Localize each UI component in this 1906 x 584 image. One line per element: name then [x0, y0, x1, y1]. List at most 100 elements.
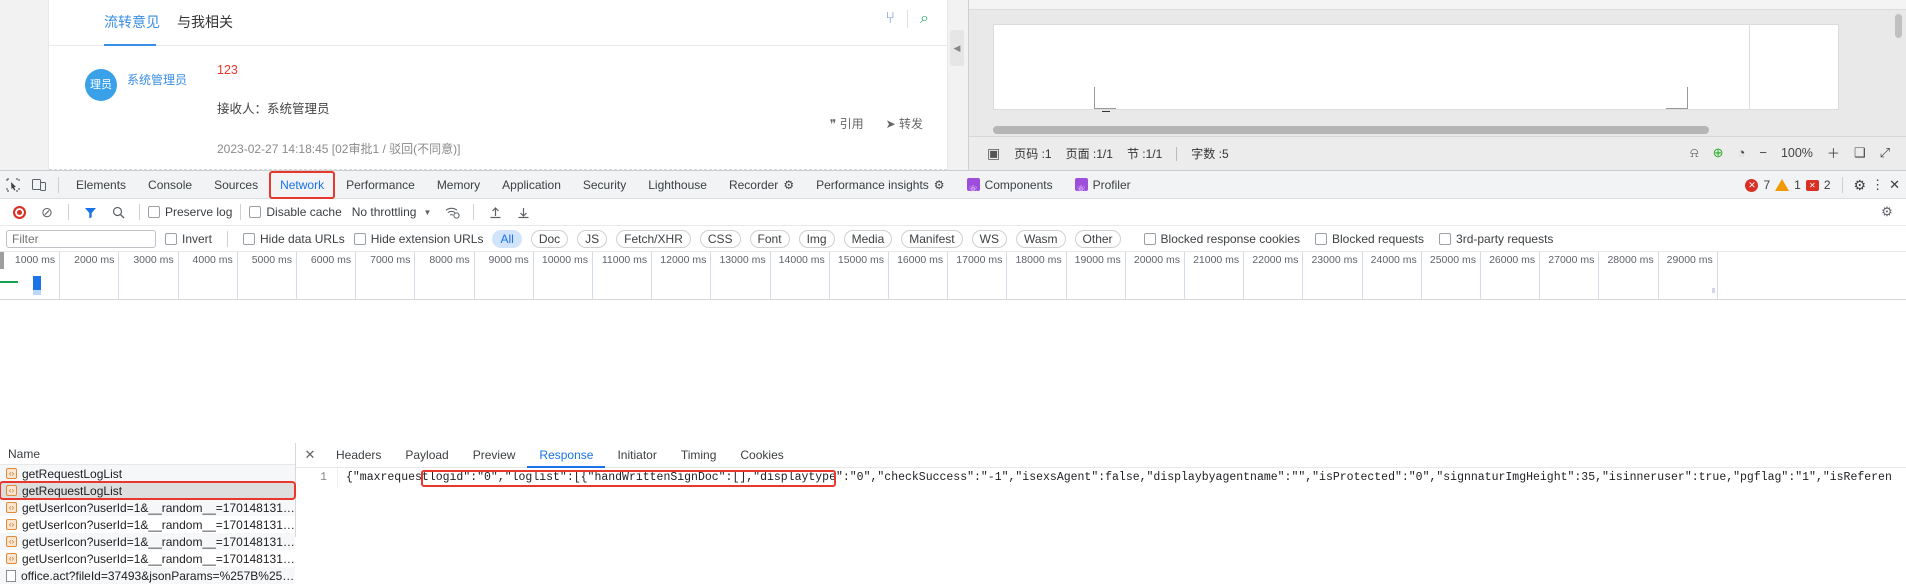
comment-actions: ❞ 引用 ➤ 转发: [830, 115, 923, 132]
tab-components[interactable]: Components: [956, 171, 1064, 199]
doc-horizontal-scrollbar[interactable]: [993, 126, 1709, 134]
user-icon[interactable]: ⑂: [885, 10, 895, 28]
type-filter-all[interactable]: All: [492, 230, 521, 248]
tab-recorder[interactable]: Recorder ⚙: [718, 171, 805, 199]
warning-icon[interactable]: [1775, 179, 1789, 191]
tab-application[interactable]: Application: [491, 171, 572, 199]
request-row[interactable]: getUserIcon?userId=1&__random__=17014813…: [0, 499, 295, 516]
line-number: 1: [296, 468, 338, 488]
blocked-response-cookies-checkbox[interactable]: Blocked response cookies: [1144, 232, 1300, 246]
tab-profiler[interactable]: Profiler: [1064, 171, 1142, 199]
doc-icon: [6, 570, 16, 582]
network-timeline-overview[interactable]: 1000 ms2000 ms3000 ms4000 ms5000 ms6000 …: [0, 252, 1906, 300]
tab-console-label: Console: [148, 171, 192, 199]
filter-input[interactable]: [6, 230, 156, 248]
blocked-requests-checkbox[interactable]: Blocked requests: [1315, 232, 1424, 246]
device-toolbar-icon[interactable]: [26, 172, 52, 198]
request-row[interactable]: office.act?fileId=37493&jsonParams=%257B…: [0, 567, 295, 584]
type-filter-css[interactable]: CSS: [700, 230, 741, 248]
type-filter-font[interactable]: Font: [750, 230, 790, 248]
filter-toggle-button[interactable]: [77, 199, 103, 225]
type-filter-manifest[interactable]: Manifest: [901, 230, 962, 248]
clear-button[interactable]: ⊘: [34, 199, 60, 225]
type-filter-fetch-xhr[interactable]: Fetch/XHR: [616, 230, 691, 248]
export-har-icon[interactable]: [510, 199, 536, 225]
toolbar-divider: [473, 204, 474, 220]
record-button[interactable]: [6, 199, 32, 225]
timeline-ticks: 1000 ms2000 ms3000 ms4000 ms5000 ms6000 …: [0, 252, 1906, 269]
quote-button[interactable]: ❞ 引用: [830, 115, 864, 132]
type-filter-wasm[interactable]: Wasm: [1016, 230, 1066, 248]
network-conditions-icon[interactable]: [439, 199, 465, 225]
doc-vertical-scrollbar[interactable]: [1895, 14, 1902, 38]
gear-icon[interactable]: ⚙: [1854, 177, 1867, 194]
app-tab-yuwoxiangguan[interactable]: 与我相关: [177, 12, 233, 32]
timeline-tick-label: 17000 ms: [956, 254, 1006, 266]
disable-cache-checkbox[interactable]: Disable cache: [249, 205, 341, 219]
third-party-requests-checkbox[interactable]: 3rd-party requests: [1439, 232, 1553, 246]
zoom-out-icon[interactable]: −: [1759, 145, 1767, 160]
zoom-in-icon[interactable]: ＋: [1827, 143, 1840, 162]
tab-memory[interactable]: Memory: [426, 171, 491, 199]
app-tab-liuzhuanyijian[interactable]: 流转意见: [104, 12, 160, 32]
tab-sources[interactable]: Sources: [203, 171, 269, 199]
request-row[interactable]: getRequestLogList: [0, 482, 295, 499]
type-filter-doc[interactable]: Doc: [531, 230, 568, 248]
detail-tab-headers[interactable]: Headers: [324, 443, 393, 468]
timeline-tick-label: 22000 ms: [1252, 254, 1302, 266]
type-filter-media[interactable]: Media: [844, 230, 893, 248]
checkbox-box: [1315, 233, 1327, 245]
inspect-element-icon[interactable]: [0, 172, 26, 198]
close-detail-icon[interactable]: ✕: [296, 443, 324, 468]
message-icon[interactable]: [1806, 180, 1819, 191]
view-mode-icon[interactable]: ⍾: [1690, 145, 1699, 161]
more-options-icon[interactable]: ⋮: [1871, 177, 1884, 193]
invert-checkbox[interactable]: Invert: [165, 232, 212, 246]
fullscreen-icon[interactable]: ⤢: [1880, 145, 1890, 161]
message-count: 2: [1824, 178, 1831, 192]
error-icon[interactable]: [1745, 179, 1758, 192]
detail-tab-cookies[interactable]: Cookies: [728, 443, 795, 468]
request-row[interactable]: getUserIcon?userId=1&__random__=17014813…: [0, 550, 295, 567]
preserve-log-checkbox[interactable]: Preserve log: [148, 205, 232, 219]
detail-tab-payload[interactable]: Payload: [393, 443, 460, 468]
type-filter-img[interactable]: Img: [799, 230, 835, 248]
timeline-tick-label: 18000 ms: [1015, 254, 1065, 266]
tab-elements[interactable]: Elements: [65, 171, 137, 199]
type-filter-ws[interactable]: WS: [972, 230, 1007, 248]
close-icon[interactable]: ✕: [1889, 177, 1900, 193]
react-icon: [1075, 178, 1088, 191]
search-icon[interactable]: [105, 199, 131, 225]
request-list-header[interactable]: Name: [0, 443, 295, 465]
collapse-panel-handle[interactable]: ◀: [950, 30, 964, 66]
request-name: getRequestLogList: [22, 484, 122, 498]
tab-console[interactable]: Console: [137, 171, 203, 199]
request-row[interactable]: getUserIcon?userId=1&__random__=17014813…: [0, 533, 295, 550]
forward-button[interactable]: ➤ 转发: [886, 115, 923, 132]
request-row[interactable]: getRequestLogList: [0, 465, 295, 482]
request-row[interactable]: getUserIcon?userId=1&__random__=17014813…: [0, 516, 295, 533]
throttling-select[interactable]: No throttling ▼: [352, 205, 432, 219]
network-settings-icon[interactable]: ⚙: [1874, 199, 1900, 225]
detail-tab-initiator[interactable]: Initiator: [605, 443, 668, 468]
forward-label: 转发: [899, 117, 923, 131]
tab-network[interactable]: Network: [269, 171, 335, 199]
type-filter-js[interactable]: JS: [577, 230, 607, 248]
import-har-icon[interactable]: [482, 199, 508, 225]
read-mode-icon[interactable]: ◔: [1737, 145, 1745, 160]
tab-security[interactable]: Security: [572, 171, 637, 199]
search-icon[interactable]: ⌕: [920, 10, 929, 28]
detail-tab-preview[interactable]: Preview: [461, 443, 528, 468]
detail-tab-response[interactable]: Response: [527, 443, 605, 468]
tab-lighthouse[interactable]: Lighthouse: [637, 171, 718, 199]
hide-extension-urls-checkbox[interactable]: Hide extension URLs: [354, 232, 484, 246]
fit-page-icon[interactable]: ❑: [1854, 145, 1866, 161]
hide-data-urls-checkbox[interactable]: Hide data URLs: [243, 232, 345, 246]
detail-tab-timing[interactable]: Timing: [669, 443, 729, 468]
tab-performance[interactable]: Performance: [335, 171, 426, 199]
timeline-tick: [1006, 252, 1007, 300]
response-body[interactable]: 1 {"maxrequestlogid":"0","loglist":[{"ha…: [296, 468, 1906, 537]
web-layout-icon[interactable]: ⊕: [1713, 145, 1724, 161]
tab-performance-insights[interactable]: Performance insights ⚙: [805, 171, 955, 199]
type-filter-other[interactable]: Other: [1075, 230, 1121, 248]
